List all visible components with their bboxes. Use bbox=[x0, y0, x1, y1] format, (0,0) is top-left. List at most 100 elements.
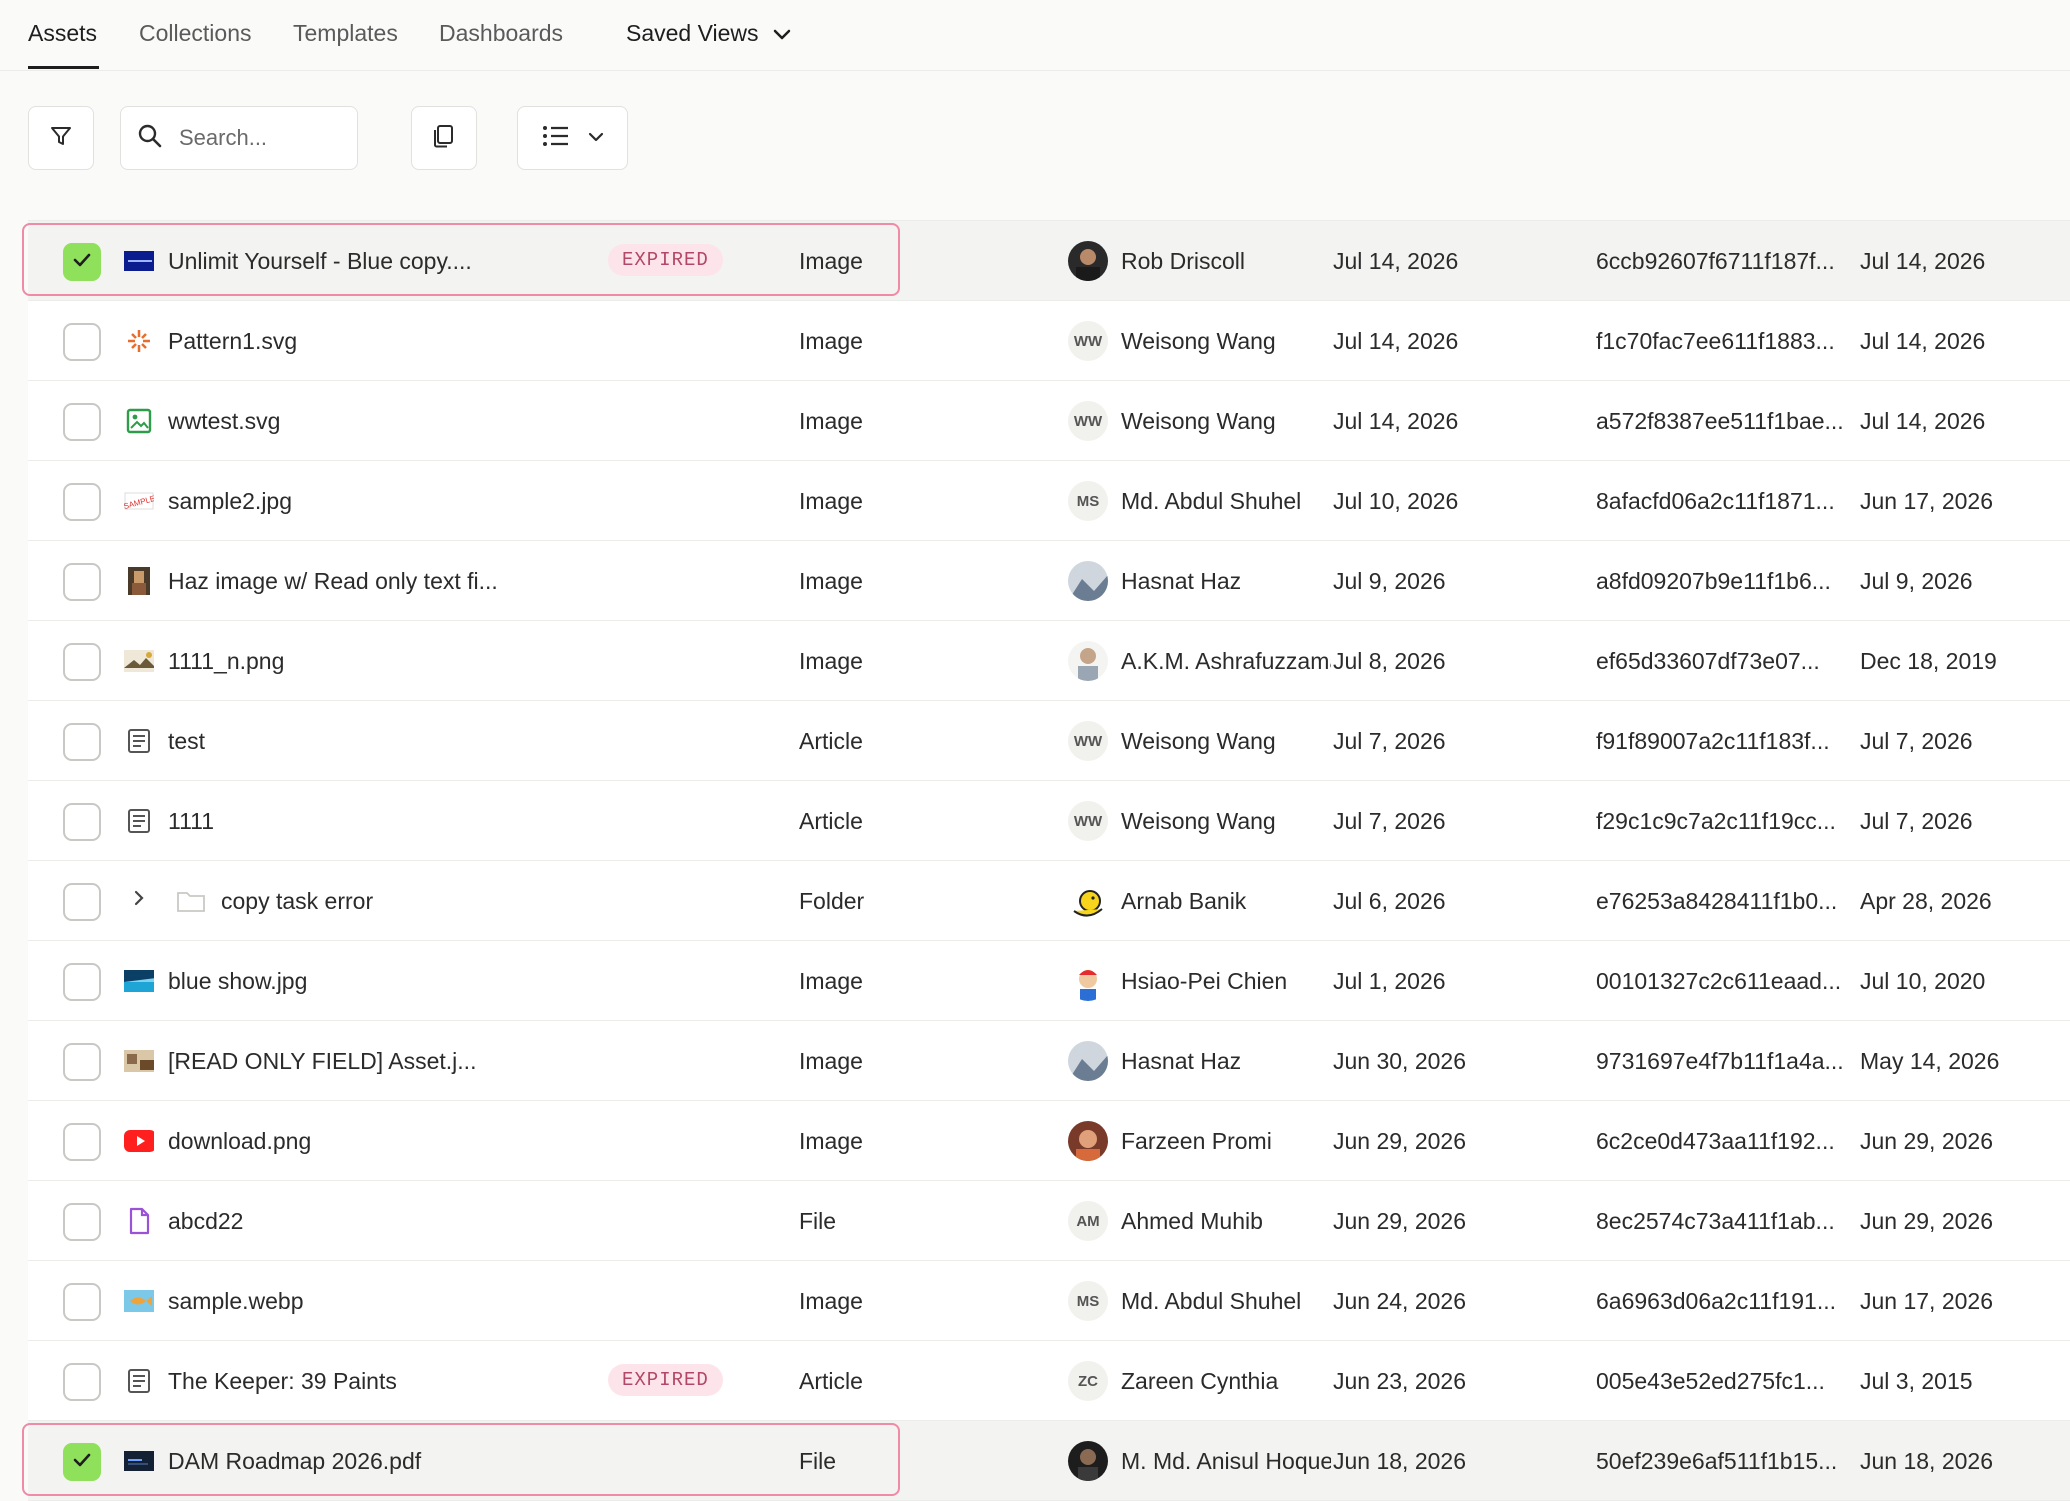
row-checkbox[interactable] bbox=[63, 323, 101, 361]
assets-table: Unlimit Yourself - Blue copy.... EXPIRED I… bbox=[22, 220, 2070, 1501]
ocean-thumbnail bbox=[124, 968, 154, 994]
asset-id: 6ccb92607f6711f187f... bbox=[1596, 248, 1835, 274]
asset-id: ef65d33607df73e07... bbox=[1596, 648, 1820, 674]
table-row[interactable]: 1111 Article WW Weisong Wang Jul 7, 2026 f29c… bbox=[28, 781, 2070, 861]
table-row[interactable]: DAM Roadmap 2026.pdf File M. Md. Anisul Ho… bbox=[22, 1421, 2070, 1501]
image-icon bbox=[124, 408, 154, 434]
table-row[interactable]: Pattern1.svg Image WW Weisong Wang Jul 14, 2… bbox=[28, 301, 2070, 381]
asset-name[interactable]: DAM Roadmap 2026.pdf bbox=[168, 1448, 421, 1475]
row-checkbox[interactable] bbox=[63, 1443, 101, 1481]
asset-name[interactable]: Unlimit Yourself - Blue copy.... bbox=[168, 248, 472, 275]
asset-id: f1c70fac7ee611f1883... bbox=[1596, 328, 1835, 354]
asset-id: a8fd09207b9e11f1b6... bbox=[1596, 568, 1831, 594]
modified-date: Jul 14, 2026 bbox=[1860, 408, 1986, 434]
folder-icon bbox=[174, 888, 208, 914]
file-icon bbox=[124, 1207, 154, 1235]
asset-name[interactable]: test bbox=[168, 728, 205, 755]
asset-name[interactable]: sample2.jpg bbox=[168, 488, 292, 515]
search-field[interactable] bbox=[120, 106, 358, 170]
modified-date: May 14, 2026 bbox=[1860, 1048, 2000, 1074]
asset-type: Image bbox=[799, 968, 863, 994]
row-checkbox[interactable] bbox=[63, 243, 101, 281]
owner-name: M. Md. Anisul Hoque bbox=[1121, 1448, 1331, 1474]
chevron-right-icon[interactable] bbox=[132, 887, 146, 913]
filter-icon bbox=[49, 124, 73, 153]
row-checkbox[interactable] bbox=[63, 1043, 101, 1081]
owner-name: Hasnat Haz bbox=[1121, 568, 1242, 594]
asset-name[interactable]: blue show.jpg bbox=[168, 968, 307, 995]
asset-name[interactable]: sample.webp bbox=[168, 1288, 304, 1315]
table-row[interactable]: Haz image w/ Read only text fi... Image Ha… bbox=[28, 541, 2070, 621]
owner-name: Ahmed Muhib bbox=[1121, 1208, 1263, 1234]
owner-name: Hsiao-Pei Chien bbox=[1121, 968, 1288, 994]
asset-name[interactable]: download.png bbox=[168, 1128, 311, 1155]
modified-date: Jul 7, 2026 bbox=[1860, 808, 1973, 834]
asset-name[interactable]: 1111_n.png bbox=[168, 648, 284, 675]
avatar bbox=[1068, 961, 1108, 1001]
asset-id: 005e43e52ed275fc1... bbox=[1596, 1368, 1825, 1394]
asset-type: Image bbox=[799, 648, 863, 674]
asset-id: f91f89007a2c11f183f... bbox=[1596, 728, 1830, 754]
avatar: WW bbox=[1068, 401, 1108, 441]
asset-name[interactable]: Haz image w/ Read only text fi... bbox=[168, 568, 498, 595]
created-date: Jun 24, 2026 bbox=[1333, 1288, 1467, 1314]
table-row[interactable]: Unlimit Yourself - Blue copy.... EXPIRED I… bbox=[22, 221, 2070, 301]
asset-name[interactable]: [READ ONLY FIELD] Asset.j... bbox=[168, 1048, 476, 1075]
asset-id: e76253a8428411f1b0... bbox=[1596, 888, 1838, 914]
avatar: AM bbox=[1068, 1201, 1108, 1241]
table-row[interactable]: sample.webp Image MS Md. Abdul Shuhel Jun 24… bbox=[28, 1261, 2070, 1341]
portrait-thumbnail bbox=[124, 567, 154, 595]
row-checkbox[interactable] bbox=[63, 803, 101, 841]
tab-collections[interactable]: Collections bbox=[139, 20, 252, 47]
tab-templates[interactable]: Templates bbox=[293, 20, 398, 47]
article-icon bbox=[124, 1368, 154, 1394]
view-mode-dropdown[interactable] bbox=[517, 106, 628, 170]
avatar: WW bbox=[1068, 721, 1108, 761]
tab-assets[interactable]: Assets bbox=[28, 20, 97, 47]
table-row[interactable]: download.png Image Farzeen Promi Jun 29, 20… bbox=[28, 1101, 2070, 1181]
table-row[interactable]: 1111_n.png Image A.K.M. AshrafuzzamanJul 8… bbox=[28, 621, 2070, 701]
row-checkbox[interactable] bbox=[63, 643, 101, 681]
asset-name[interactable]: copy task error bbox=[221, 888, 373, 915]
row-checkbox[interactable] bbox=[63, 403, 101, 441]
table-row[interactable]: The Keeper: 39 Paints EXPIRED Article ZC Zar… bbox=[28, 1341, 2070, 1421]
row-checkbox[interactable] bbox=[63, 1283, 101, 1321]
asset-type: Image bbox=[799, 328, 863, 354]
modified-date: Dec 18, 2019 bbox=[1860, 648, 1997, 674]
asset-name[interactable]: wwtest.svg bbox=[168, 408, 280, 435]
row-checkbox[interactable] bbox=[63, 1203, 101, 1241]
table-row[interactable]: [READ ONLY FIELD] Asset.j... Image Hasnat … bbox=[28, 1021, 2070, 1101]
row-checkbox[interactable] bbox=[63, 1363, 101, 1401]
asset-name[interactable]: 1111 bbox=[168, 808, 214, 835]
avatar: WW bbox=[1068, 321, 1108, 361]
row-checkbox[interactable] bbox=[63, 563, 101, 601]
table-row[interactable]: abcd22 File AM Ahmed Muhib Jun 29, 2026 8ec25… bbox=[28, 1181, 2070, 1261]
row-checkbox[interactable] bbox=[63, 883, 101, 921]
search-input[interactable] bbox=[177, 124, 341, 152]
asset-id: 00101327c2c611eaad... bbox=[1596, 968, 1842, 994]
avatar: WW bbox=[1068, 801, 1108, 841]
table-row[interactable]: SAMPLE sample2.jpg Image MS Md. Abdul Shuhel… bbox=[28, 461, 2070, 541]
asset-name[interactable]: abcd22 bbox=[168, 1208, 243, 1235]
filter-button[interactable] bbox=[28, 106, 94, 170]
row-checkbox[interactable] bbox=[63, 963, 101, 1001]
youtube-icon bbox=[124, 1128, 154, 1154]
avatar: MS bbox=[1068, 1281, 1108, 1321]
table-row[interactable]: test Article WW Weisong Wang Jul 7, 2026 f91f… bbox=[28, 701, 2070, 781]
duplicate-button[interactable] bbox=[411, 106, 477, 170]
row-checkbox[interactable] bbox=[63, 1123, 101, 1161]
asset-name[interactable]: The Keeper: 39 Paints bbox=[168, 1368, 397, 1395]
row-checkbox[interactable] bbox=[63, 723, 101, 761]
created-date: Jul 7, 2026 bbox=[1333, 808, 1446, 834]
table-row[interactable]: wwtest.svg Image WW Weisong Wang Jul 14, 202… bbox=[28, 381, 2070, 461]
created-date: Jul 1, 2026 bbox=[1333, 968, 1446, 994]
row-checkbox[interactable] bbox=[63, 483, 101, 521]
tab-dashboards[interactable]: Dashboards bbox=[439, 20, 563, 47]
modified-date: Jun 17, 2026 bbox=[1860, 488, 1994, 514]
table-row[interactable]: blue show.jpg Image Hsiao-Pei Chien Jul 1, … bbox=[28, 941, 2070, 1021]
asset-id: 8afacfd06a2c11f1871... bbox=[1596, 488, 1835, 514]
saved-views-dropdown[interactable]: Saved Views bbox=[626, 20, 791, 47]
table-row[interactable]: copy task error Folder Arnab Banik Jul 6, 2… bbox=[28, 861, 2070, 941]
landscape-thumbnail bbox=[124, 648, 154, 674]
asset-name[interactable]: Pattern1.svg bbox=[168, 328, 297, 355]
